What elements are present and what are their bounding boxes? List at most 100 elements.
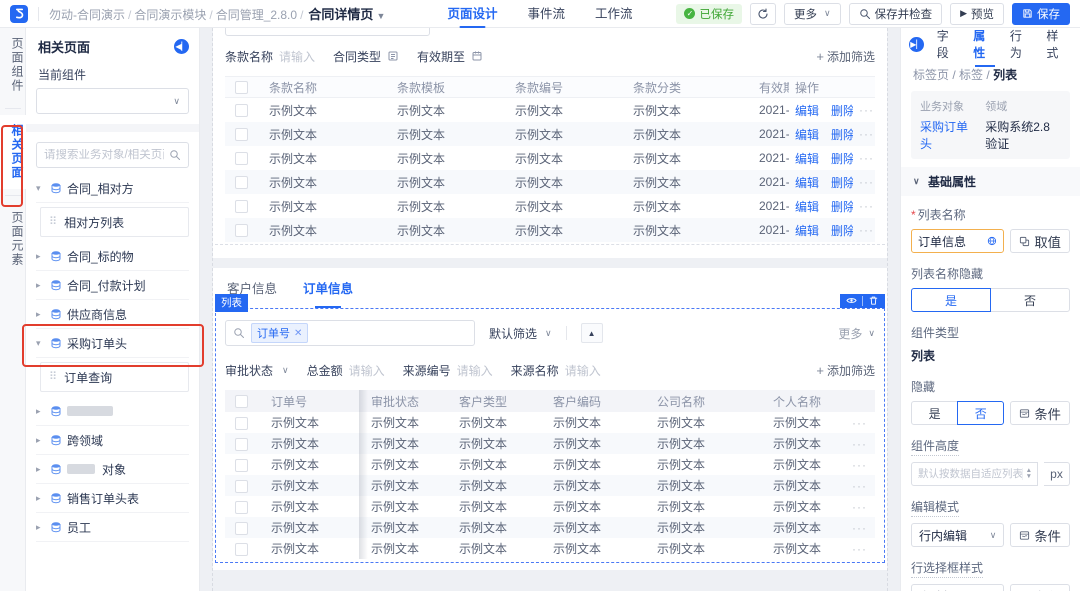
rail-item-related-pages[interactable]: 相关页面 — [0, 115, 26, 189]
height-field[interactable] — [918, 468, 1022, 480]
edit-link[interactable]: 编辑 — [795, 102, 819, 119]
tab-page-design[interactable]: 页面设计 — [447, 0, 497, 28]
row-more-icon[interactable]: ··· — [837, 416, 877, 430]
collapse-filters-button[interactable]: ▲ — [581, 323, 603, 343]
breadcrumb-item[interactable]: 标签页 — [913, 68, 949, 82]
row-select-style-select[interactable]: 多选框 ∨ — [911, 584, 1004, 591]
row-checkbox[interactable] — [235, 480, 248, 493]
row-checkbox[interactable] — [235, 224, 248, 237]
breadcrumb-item[interactable]: 合同演示模块 — [134, 8, 206, 22]
delete-link[interactable]: 删除 — [831, 126, 853, 143]
more-link[interactable]: 更多 ∨ — [838, 325, 875, 342]
row-checkbox[interactable] — [235, 522, 248, 535]
row-more-icon[interactable]: ··· — [837, 542, 877, 556]
drag-handle-icon[interactable]: ⠿ — [49, 372, 57, 382]
clipped-input[interactable] — [225, 28, 430, 36]
eye-icon[interactable] — [846, 295, 857, 306]
tree-group-purchase-order-header[interactable]: ▾ 采购订单头 — [36, 329, 189, 358]
row-more-icon[interactable]: ··· — [853, 199, 877, 213]
select-all-checkbox[interactable] — [235, 395, 248, 408]
tree-group-payment-plan[interactable]: ▸ 合同_付款计划 — [36, 271, 189, 300]
add-filter-button[interactable]: + 添加筛选 — [816, 362, 875, 379]
edit-link[interactable]: 编辑 — [795, 126, 819, 143]
edit-link[interactable]: 编辑 — [795, 174, 819, 191]
edit-link[interactable]: 编辑 — [795, 150, 819, 167]
row-more-icon[interactable]: ··· — [837, 479, 877, 493]
row-more-icon[interactable]: ··· — [853, 175, 877, 189]
rail-item-page-components[interactable]: 页面组件 — [0, 28, 26, 102]
height-input[interactable]: ▲▼ — [911, 462, 1038, 486]
breadcrumb-item[interactable]: 合同管理_2.8.0 — [216, 8, 297, 22]
tab-fields[interactable]: 字段 — [937, 28, 961, 67]
tree-group-contract-subject[interactable]: ▸ 合同_标的物 — [36, 242, 189, 271]
section-basic-properties[interactable]: ∨ 基础属性 — [901, 167, 1080, 196]
more-button[interactable]: 更多 ∨ — [784, 3, 841, 25]
row-more-icon[interactable]: ··· — [853, 151, 877, 165]
tree-item-order-query[interactable]: ⠿ 订单查询 — [40, 362, 189, 392]
row-checkbox[interactable] — [235, 459, 248, 472]
row-checkbox[interactable] — [235, 438, 248, 451]
row-checkbox[interactable] — [235, 152, 248, 165]
tree-group-object[interactable]: ▸ 对象 — [36, 455, 189, 484]
tab-order-info[interactable]: 订单信息 — [303, 278, 353, 302]
filter-source-no[interactable]: 来源编号 请输入 — [403, 362, 493, 379]
preview-button[interactable]: ▶ 预览 — [950, 3, 1004, 25]
delete-link[interactable]: 删除 — [831, 174, 853, 191]
tree-group-supplier-info[interactable]: ▸ 供应商信息 — [36, 300, 189, 329]
select-all-checkbox[interactable] — [235, 81, 248, 94]
panel-collapse-icon[interactable]: ◀▏ — [174, 39, 189, 54]
chevron-down-icon[interactable]: ▼ — [376, 11, 385, 21]
clause-section[interactable]: 条款名称 请输入 合同类型 有效期至 — [213, 28, 887, 258]
drag-handle-icon[interactable]: ⠿ — [49, 217, 57, 227]
tab-workflow[interactable]: 工作流 — [595, 0, 633, 28]
row-checkbox[interactable] — [235, 104, 248, 117]
refresh-button[interactable] — [750, 3, 776, 25]
trash-icon[interactable] — [868, 295, 879, 306]
list-name-field[interactable] — [918, 234, 983, 248]
edit-mode-condition-button[interactable]: 条件 — [1010, 523, 1070, 547]
stepper-icons[interactable]: ▲▼ — [1022, 468, 1035, 480]
hidden-condition-button[interactable]: 条件 — [1010, 401, 1070, 425]
globe-i18n-icon[interactable] — [987, 235, 997, 247]
tab-behavior[interactable]: 行为 — [1010, 28, 1034, 67]
delete-link[interactable]: 删除 — [831, 198, 853, 215]
filter-source-name[interactable]: 来源名称 请输入 — [511, 362, 601, 379]
toggle-no[interactable]: 否 — [990, 288, 1070, 312]
row-more-icon[interactable]: ··· — [853, 103, 877, 117]
save-button[interactable]: 保存 — [1012, 3, 1070, 25]
row-checkbox[interactable] — [235, 200, 248, 213]
tab-style[interactable]: 样式 — [1046, 28, 1070, 67]
app-logo[interactable] — [10, 5, 28, 23]
tree-item-counterparty-list[interactable]: ⠿ 相对方列表 — [40, 207, 189, 237]
row-more-icon[interactable]: ··· — [837, 500, 877, 514]
save-and-check-button[interactable]: 保存并检查 — [849, 3, 943, 25]
order-search-input[interactable]: 订单号 ✕ — [225, 320, 475, 346]
filter-clause-name[interactable]: 条款名称 请输入 — [225, 48, 315, 65]
row-checkbox[interactable] — [235, 501, 248, 514]
edit-link[interactable]: 编辑 — [795, 198, 819, 215]
row-more-icon[interactable]: ··· — [837, 521, 877, 535]
search-tag-order-no[interactable]: 订单号 ✕ — [251, 323, 308, 343]
row-checkbox[interactable] — [235, 417, 248, 430]
row-select-condition-button[interactable]: 条件 — [1010, 584, 1070, 591]
tree-group-cross-domain[interactable]: ▸ 跨领域 — [36, 426, 189, 455]
delete-link[interactable]: 删除 — [831, 102, 853, 119]
filter-contract-type[interactable]: 合同类型 — [333, 48, 399, 65]
tree-group-redacted[interactable]: ▸ — [36, 397, 189, 426]
delete-link[interactable]: 删除 — [831, 222, 853, 239]
close-icon[interactable]: ✕ — [294, 328, 302, 339]
row-more-icon[interactable]: ··· — [853, 223, 877, 237]
filter-approval-status[interactable]: 审批状态 ∨ — [225, 362, 289, 379]
edit-mode-select[interactable]: 行内编辑 ∨ — [911, 523, 1004, 547]
filter-total-amount[interactable]: 总金额 请输入 — [307, 362, 385, 379]
toggle-yes[interactable]: 是 — [911, 401, 958, 425]
rail-item-page-elements[interactable]: 页面元素 — [0, 202, 26, 276]
toggle-yes[interactable]: 是 — [911, 288, 991, 312]
tab-properties[interactable]: 属性 — [973, 28, 997, 67]
row-more-icon[interactable]: ··· — [837, 437, 877, 451]
breadcrumb-item[interactable]: 勿动-合同演示 — [49, 8, 125, 22]
filter-valid-until[interactable]: 有效期至 — [417, 48, 483, 65]
panel-collapse-icon[interactable]: ▶▏ — [909, 37, 924, 52]
tree-group-employee[interactable]: ▸ 员工 — [36, 513, 189, 542]
order-section[interactable]: 客户信息 订单信息 列表 — [213, 268, 887, 570]
